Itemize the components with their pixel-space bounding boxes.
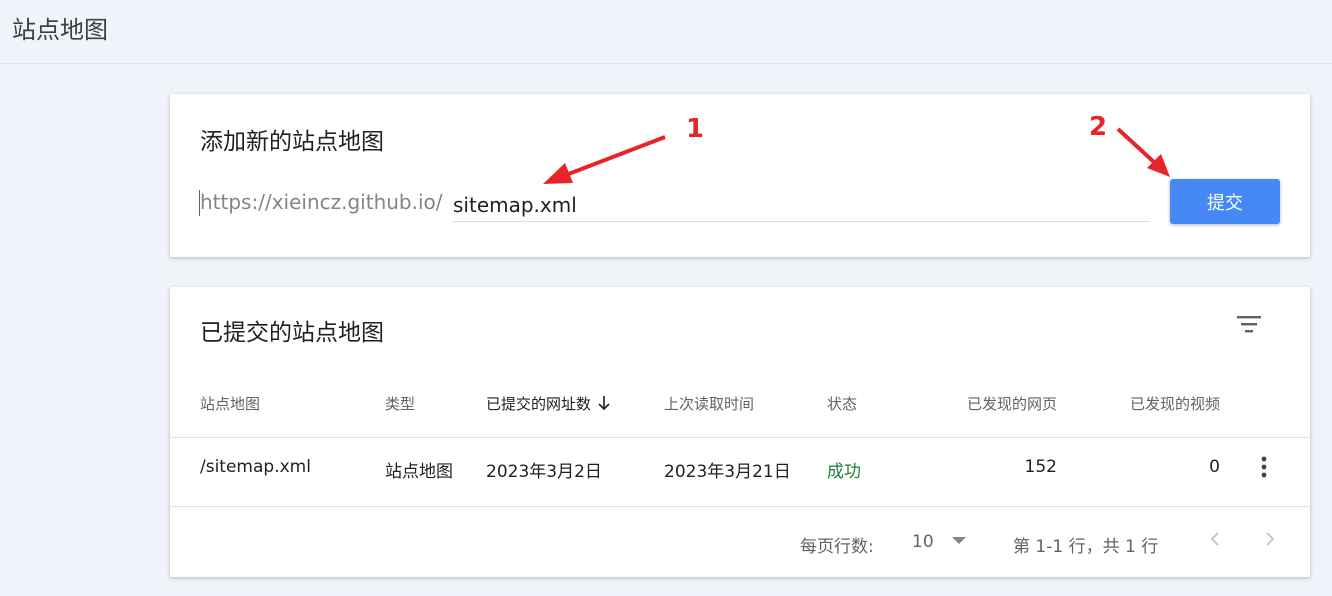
column-header-discovered-pages[interactable]: 已发现的网页: [930, 393, 1057, 414]
row-submitted-date: 2023年3月2日: [486, 462, 602, 482]
annotation-number-2: 2: [1089, 112, 1108, 142]
next-page-icon[interactable]: [1258, 527, 1282, 551]
rows-per-page-select[interactable]: 10: [906, 525, 972, 559]
column-header-status[interactable]: 状态: [827, 393, 857, 414]
rows-per-page-label: 每页行数:: [800, 537, 874, 557]
add-sitemap-title: 添加新的站点地图: [200, 129, 384, 155]
text-cursor: [199, 190, 200, 216]
more-vert-icon[interactable]: [1254, 455, 1274, 479]
annotation-number-1: 1: [686, 114, 705, 144]
row-discovered-videos: 0: [1209, 457, 1220, 477]
chevron-down-icon: [952, 537, 966, 544]
row-type: 站点地图: [385, 462, 453, 482]
page-title: 站点地图: [12, 16, 108, 44]
status-badge: 成功: [827, 462, 861, 482]
row-last-read: 2023年3月21日: [664, 462, 791, 482]
rows-per-page-value: 10: [912, 532, 934, 552]
column-header-type[interactable]: 类型: [385, 393, 415, 414]
column-header-submitted-urls-label: 已提交的网址数: [486, 395, 592, 413]
header-divider: [170, 437, 1310, 438]
url-prefix: https://xieincz.github.io/: [200, 190, 443, 214]
row-discovered-pages: 152: [1024, 457, 1057, 477]
row-sitemap[interactable]: /sitemap.xml: [200, 457, 311, 477]
page-header: 站点地图: [0, 0, 1332, 64]
column-header-discovered-videos[interactable]: 已发现的视频: [1090, 393, 1220, 414]
previous-page-icon[interactable]: [1203, 527, 1227, 551]
pagination-range: 第 1-1 行，共 1 行: [1013, 537, 1159, 557]
arrow-down-icon: [598, 396, 610, 411]
row-divider: [170, 506, 1310, 507]
add-sitemap-card: 添加新的站点地图 https://xieincz.github.io/ 提交: [170, 94, 1310, 257]
column-header-submitted-urls[interactable]: 已提交的网址数: [486, 393, 611, 414]
submit-button[interactable]: 提交: [1170, 179, 1280, 224]
submitted-sitemaps-title: 已提交的站点地图: [200, 320, 384, 346]
sitemap-url-input[interactable]: [453, 188, 1150, 222]
column-header-last-read[interactable]: 上次读取时间: [664, 393, 754, 414]
column-header-sitemap[interactable]: 站点地图: [200, 393, 260, 414]
submitted-sitemaps-card: 已提交的站点地图 站点地图 类型 已提交的网址数 上次读取时间 状态 已发现的网…: [170, 287, 1310, 577]
filter-list-icon[interactable]: [1236, 313, 1262, 335]
